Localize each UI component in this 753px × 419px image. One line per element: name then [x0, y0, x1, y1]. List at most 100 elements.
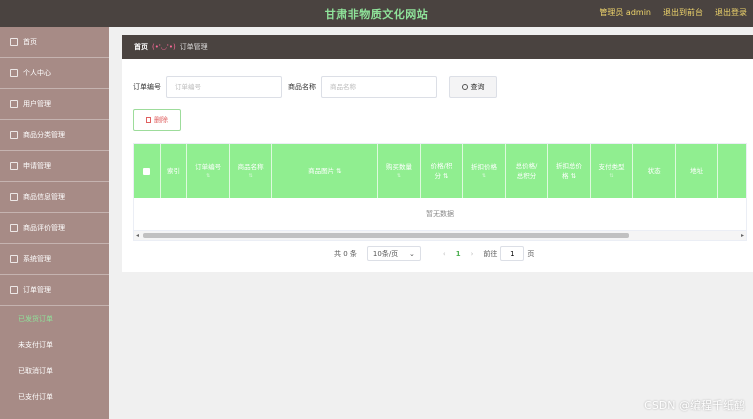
sidebar-item-label: 申请管理 — [23, 162, 51, 170]
column-header-label: 价格/积 — [430, 161, 453, 170]
column-header-order-no[interactable]: 订单编号 ⇅ — [187, 144, 230, 198]
category-icon — [10, 131, 18, 139]
scroll-right-icon[interactable]: ▸ — [741, 232, 744, 239]
page-size-select[interactable]: 10条/页 ⌄ — [366, 246, 421, 261]
delete-button[interactable]: 删除 — [133, 109, 181, 131]
users-icon — [10, 100, 18, 108]
prev-page-icon[interactable]: ‹ — [443, 250, 446, 258]
column-header-label: 折扣总价 — [556, 161, 583, 170]
sort-icon: ⇅ — [396, 173, 402, 180]
next-page-icon[interactable]: › — [471, 250, 474, 258]
settings-icon — [10, 255, 18, 263]
sidebar-item-label: 商品分类管理 — [23, 131, 65, 139]
sidebar-subitem-paid-orders[interactable]: 已支付订单 — [0, 384, 109, 410]
column-header-label: 地址 — [690, 166, 704, 175]
sidebar-item-users[interactable]: 用户管理 — [0, 89, 109, 120]
empty-state: 暂无数据 — [134, 198, 746, 231]
chevron-down-icon: ⌄ — [409, 249, 415, 258]
logout-link[interactable]: 退出登录 — [715, 7, 747, 18]
column-header-label: 索引 — [167, 166, 181, 175]
pagination: 共 0 条 10条/页 ⌄ ‹ 1 › 前往 页 — [334, 246, 534, 261]
column-header-label: 支付类型 — [598, 162, 625, 171]
sidebar-item-system[interactable]: 系统管理 — [0, 244, 109, 275]
document-icon — [10, 162, 18, 170]
sidebar-item-label: 首页 — [23, 38, 37, 46]
sidebar-item-home[interactable]: 首页 — [0, 27, 109, 58]
column-header-product-name[interactable]: 商品名称 ⇅ — [230, 144, 273, 198]
column-header-label-line2: 总积分 — [516, 172, 537, 180]
back-to-frontend-link[interactable]: 退出到前台 — [663, 7, 703, 18]
sidebar-item-profile[interactable]: 个人中心 — [0, 58, 109, 89]
goto-label: 前往 — [483, 249, 498, 258]
column-header-status: 状态 — [633, 144, 676, 198]
home-icon — [10, 38, 18, 46]
column-header-label-line2: 分 ⇅ — [434, 172, 449, 180]
sidebar-item-categories[interactable]: 商品分类管理 — [0, 120, 109, 151]
sidebar-subitem-cancelled-orders[interactable]: 已取消订单 — [0, 358, 109, 384]
sidebar-item-label: 商品评价管理 — [23, 224, 65, 232]
column-header-address: 地址 — [676, 144, 719, 198]
column-header-select[interactable] — [134, 144, 161, 198]
column-header-label: 商品名称 — [237, 162, 264, 171]
column-header-discount-total[interactable]: 折扣总价格 ⇅ — [548, 144, 591, 198]
breadcrumb-emoticon: (•'◡'•) — [152, 43, 176, 51]
filter-row: 订单编号 商品名称 查询 — [133, 76, 497, 98]
sidebar-item-products[interactable]: 商品信息管理 — [0, 182, 109, 213]
column-header-label: 状态 — [647, 166, 661, 175]
select-all-checkbox[interactable] — [143, 167, 151, 175]
breadcrumb: 首页 (•'◡'•) 订单管理 — [122, 35, 753, 59]
sidebar-item-label: 订单管理 — [23, 286, 51, 294]
admin-label: 管理员 admin — [599, 8, 651, 17]
watermark: CSDN @编程千纸鹤 — [644, 399, 745, 412]
column-header-payment-type[interactable]: 支付类型 ⇅ — [591, 144, 634, 198]
order-no-label: 订单编号 — [133, 83, 161, 91]
top-bar: 甘肃非物质文化网站 管理员 admin 退出到前台 退出登录 — [0, 0, 753, 27]
search-icon — [461, 84, 468, 90]
sidebar-item-reviews[interactable]: 商品评价管理 — [0, 213, 109, 244]
column-header-quantity[interactable]: 购买数量 ⇅ — [378, 144, 421, 198]
sort-icon: ⇅ — [481, 173, 487, 180]
delete-button-label: 删除 — [154, 116, 168, 124]
orders-table: 索引 订单编号 ⇅ 商品名称 ⇅ 商品图片 ⇅ 购买数量 ⇅ 价格/积分 ⇅ 折扣价格… — [133, 143, 747, 241]
order-no-input[interactable] — [166, 76, 282, 98]
sort-icon: ⇅ — [206, 173, 211, 180]
sidebar-item-label: 系统管理 — [23, 255, 51, 263]
column-header-product-image[interactable]: 商品图片 ⇅ — [272, 144, 379, 198]
sidebar-subitem-shipped-orders[interactable]: 已发货订单 — [0, 306, 109, 332]
column-header-label: 购买数量 — [385, 162, 412, 171]
sort-icon: ⇅ — [609, 173, 614, 180]
breadcrumb-current: 订单管理 — [179, 43, 208, 51]
column-header-index: 索引 — [161, 144, 188, 198]
sidebar-item-label: 用户管理 — [23, 100, 51, 108]
product-name-input[interactable] — [321, 76, 437, 98]
user-icon — [10, 69, 18, 77]
product-name-label: 商品名称 — [288, 83, 316, 91]
column-header-price[interactable]: 价格/积分 ⇅ — [421, 144, 464, 198]
page-number-current[interactable]: 1 — [456, 250, 461, 258]
table-header: 索引 订单编号 ⇅ 商品名称 ⇅ 商品图片 ⇅ 购买数量 ⇅ 价格/积分 ⇅ 折扣价格… — [134, 144, 746, 198]
scrollbar-thumb[interactable] — [143, 233, 629, 238]
order-icon — [10, 286, 18, 294]
search-button-label: 查询 — [470, 83, 485, 91]
scroll-left-icon[interactable]: ◂ — [136, 232, 139, 239]
column-header-discount-price[interactable]: 折扣价格 ⇅ — [463, 144, 506, 198]
column-header-label: 总价格/ — [515, 161, 538, 170]
page-size-value: 10条/页 — [372, 249, 399, 258]
sidebar-item-applications[interactable]: 申请管理 — [0, 151, 109, 182]
sidebar-subitem-unpaid-orders[interactable]: 未支付订单 — [0, 332, 109, 358]
column-header-total-price[interactable]: 总价格/总积分 — [506, 144, 549, 198]
comment-icon — [10, 224, 18, 232]
column-header-label-line2: 格 ⇅ — [562, 172, 577, 180]
product-icon — [10, 193, 18, 201]
sidebar-item-orders[interactable]: 订单管理 — [0, 275, 109, 306]
horizontal-scrollbar[interactable]: ◂ ▸ — [134, 231, 746, 240]
pagination-total: 共 0 条 — [334, 249, 357, 258]
sort-icon: ⇅ — [248, 173, 253, 180]
breadcrumb-home[interactable]: 首页 — [134, 42, 148, 52]
sidebar: 首页 个人中心 用户管理 商品分类管理 申请管理 商品信息管理 商品评价管理 系… — [0, 27, 109, 419]
goto-page-input[interactable] — [500, 246, 525, 261]
search-button[interactable]: 查询 — [449, 76, 497, 98]
sidebar-item-label: 商品信息管理 — [23, 193, 65, 201]
sidebar-item-label: 个人中心 — [23, 69, 51, 77]
column-header-label: 折扣价格 — [471, 162, 497, 171]
